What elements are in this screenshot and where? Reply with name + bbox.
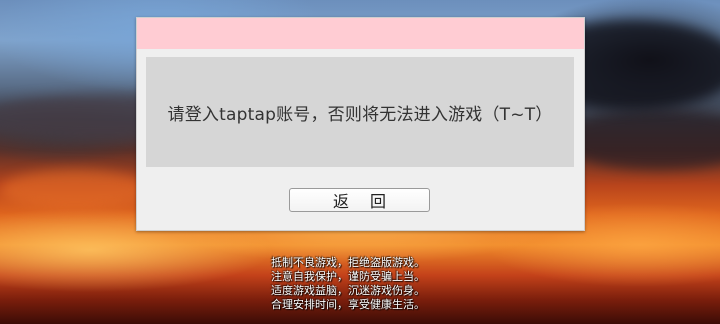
- back-button[interactable]: 返 回: [289, 188, 430, 212]
- advisory-line: 合理安排时间，享受健康生活。: [271, 298, 425, 311]
- login-required-dialog: 请登入taptap账号，否则将无法进入游戏（T~T） 返 回: [136, 17, 585, 231]
- advisory-line: 适度游戏益脑，沉迷游戏伤身。: [271, 284, 425, 297]
- sunset-background: 请登入taptap账号，否则将无法进入游戏（T~T） 返 回 抵制不良游戏，拒绝…: [0, 0, 720, 324]
- advisory-line: 抵制不良游戏，拒绝盗版游戏。: [271, 256, 425, 269]
- message-panel: 请登入taptap账号，否则将无法进入游戏（T~T）: [146, 57, 574, 167]
- dialog-titlebar: [137, 18, 584, 49]
- health-gaming-advisory: 抵制不良游戏，拒绝盗版游戏。 注意自我保护，谨防受骗上当。 适度游戏益脑，沉迷游…: [271, 256, 461, 312]
- background-cloud: [0, 170, 150, 210]
- login-required-message: 请登入taptap账号，否则将无法进入游戏（T~T）: [167, 104, 553, 125]
- advisory-line: 注意自我保护，谨防受骗上当。: [271, 270, 425, 283]
